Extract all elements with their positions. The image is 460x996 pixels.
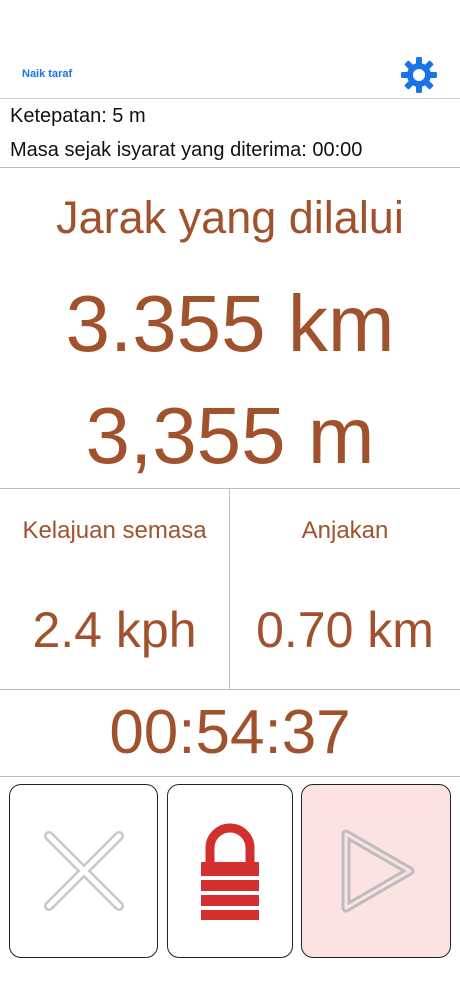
top-bar: Naik taraf <box>0 0 460 99</box>
time-since-signal-text: Masa sejak isyarat yang diterima: 00:00 <box>10 139 363 161</box>
elapsed-timer: 00:54:37 <box>0 690 460 777</box>
distance-title: Jarak yang dilalui <box>56 192 404 243</box>
cancel-button[interactable] <box>9 784 158 958</box>
upgrade-link[interactable]: Naik taraf <box>22 68 72 80</box>
distance-panel: Jarak yang dilalui 3.355 km 3,355 m <box>0 168 460 489</box>
start-button[interactable] <box>301 784 451 958</box>
projection-value: 0.70 km <box>256 602 434 658</box>
current-speed-cell: Kelajuan semasa 2.4 kph <box>0 489 230 689</box>
accuracy-text: Ketepatan: 5 m <box>10 105 146 127</box>
lock-icon <box>201 823 259 920</box>
projection-cell: Anjakan 0.70 km <box>230 489 460 689</box>
gps-info-panel: Ketepatan: 5 m Masa sejak isyarat yang d… <box>0 99 460 168</box>
close-icon <box>43 831 124 911</box>
current-speed-label: Kelajuan semasa <box>22 517 207 544</box>
gear-icon[interactable] <box>400 56 438 94</box>
current-speed-value: 2.4 kph <box>32 602 197 658</box>
play-icon <box>341 829 415 913</box>
distance-m-value: 3,355 m <box>85 391 375 480</box>
stats-panel: Kelajuan semasa 2.4 kph Anjakan 0.70 km <box>0 489 460 690</box>
lock-button[interactable] <box>167 784 293 958</box>
projection-label: Anjakan <box>301 517 389 544</box>
distance-km-value: 3.355 km <box>65 279 395 368</box>
